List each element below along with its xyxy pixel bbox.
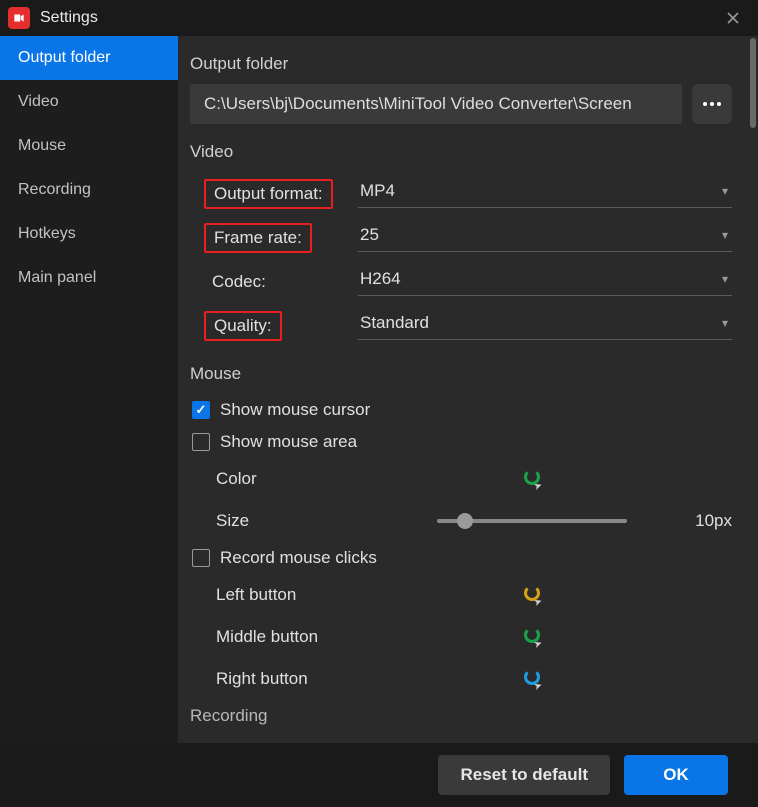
sidebar-item-output-folder[interactable]: Output folder bbox=[0, 36, 178, 80]
content-scroll: Output folder C:\Users\bj\Documents\Mini… bbox=[178, 36, 750, 743]
window-body: Output folder Video Mouse Recording Hotk… bbox=[0, 36, 758, 743]
output-folder-path: C:\Users\bj\Documents\MiniTool Video Con… bbox=[204, 94, 632, 114]
chevron-down-icon: ▾ bbox=[722, 228, 728, 242]
content-area: Output folder C:\Users\bj\Documents\Mini… bbox=[178, 36, 758, 743]
row-area-size: Size 10px bbox=[216, 500, 732, 542]
cursor-ring-icon: ➤ bbox=[522, 585, 542, 605]
value-codec: H264 bbox=[360, 269, 401, 289]
section-heading-video: Video bbox=[190, 142, 732, 162]
row-frame-rate: Frame rate: 25 ▾ bbox=[190, 216, 732, 260]
sidebar-item-mouse[interactable]: Mouse bbox=[0, 124, 178, 168]
reset-button[interactable]: Reset to default bbox=[438, 755, 610, 795]
ok-button-label: OK bbox=[663, 765, 689, 785]
sidebar-item-recording[interactable]: Recording bbox=[0, 168, 178, 212]
reset-button-label: Reset to default bbox=[460, 765, 588, 785]
value-frame-rate: 25 bbox=[360, 225, 379, 245]
sidebar-item-label: Main panel bbox=[18, 269, 96, 287]
row-show-cursor: Show mouse cursor bbox=[192, 394, 732, 426]
value-area-size: 10px bbox=[672, 511, 732, 531]
window-title: Settings bbox=[40, 9, 98, 27]
dropdown-quality[interactable]: Standard ▾ bbox=[358, 313, 732, 340]
section-heading-recording: Recording bbox=[190, 706, 732, 726]
sidebar: Output folder Video Mouse Recording Hotk… bbox=[0, 36, 178, 743]
label-area-size: Size bbox=[216, 511, 391, 531]
right-click-indicator[interactable]: ➤ bbox=[391, 669, 672, 689]
checkbox-show-area[interactable] bbox=[192, 433, 210, 451]
app-icon bbox=[8, 7, 30, 29]
close-button[interactable] bbox=[720, 5, 746, 31]
scrollbar-thumb[interactable] bbox=[750, 38, 756, 128]
label-right-button: Right button bbox=[216, 669, 391, 689]
close-icon bbox=[727, 12, 739, 24]
footer-bar: Reset to default OK bbox=[0, 743, 758, 807]
sidebar-item-label: Recording bbox=[18, 181, 91, 199]
checkbox-show-cursor[interactable] bbox=[192, 401, 210, 419]
browse-folder-button[interactable] bbox=[692, 84, 732, 124]
output-folder-row: C:\Users\bj\Documents\MiniTool Video Con… bbox=[190, 84, 732, 124]
row-right-button: Right button ➤ bbox=[216, 658, 732, 700]
row-left-button: Left button ➤ bbox=[216, 574, 732, 616]
row-area-color: Color ➤ bbox=[216, 458, 732, 500]
dropdown-frame-rate[interactable]: 25 ▾ bbox=[358, 225, 732, 252]
ellipsis-icon bbox=[703, 102, 721, 106]
sidebar-item-hotkeys[interactable]: Hotkeys bbox=[0, 212, 178, 256]
row-codec: Codec: H264 ▾ bbox=[190, 260, 732, 304]
label-show-cursor: Show mouse cursor bbox=[220, 400, 370, 420]
row-quality: Quality: Standard ▾ bbox=[190, 304, 732, 348]
label-show-area: Show mouse area bbox=[220, 432, 357, 452]
settings-window: Settings Output folder Video Mouse Recor… bbox=[0, 0, 758, 807]
dropdown-codec[interactable]: H264 ▾ bbox=[358, 269, 732, 296]
label-codec: Codec: bbox=[204, 269, 274, 295]
output-folder-field[interactable]: C:\Users\bj\Documents\MiniTool Video Con… bbox=[190, 84, 682, 124]
ok-button[interactable]: OK bbox=[624, 755, 728, 795]
label-middle-button: Middle button bbox=[216, 627, 391, 647]
slider-knob[interactable] bbox=[457, 513, 473, 529]
chevron-down-icon: ▾ bbox=[722, 316, 728, 330]
cursor-ring-icon: ➤ bbox=[522, 627, 542, 647]
scrollbar[interactable] bbox=[750, 38, 756, 743]
checkbox-record-clicks[interactable] bbox=[192, 549, 210, 567]
cursor-ring-icon: ➤ bbox=[522, 469, 542, 489]
chevron-down-icon: ▾ bbox=[722, 272, 728, 286]
left-click-indicator[interactable]: ➤ bbox=[391, 585, 672, 605]
sidebar-item-label: Hotkeys bbox=[18, 225, 76, 243]
section-heading-mouse: Mouse bbox=[190, 364, 732, 384]
sidebar-item-label: Output folder bbox=[18, 49, 111, 67]
value-quality: Standard bbox=[360, 313, 429, 333]
sidebar-item-label: Mouse bbox=[18, 137, 66, 155]
row-record-clicks: Record mouse clicks bbox=[192, 542, 732, 574]
label-area-color: Color bbox=[216, 469, 391, 489]
label-left-button: Left button bbox=[216, 585, 391, 605]
cursor-ring-icon: ➤ bbox=[522, 669, 542, 689]
sidebar-item-main-panel[interactable]: Main panel bbox=[0, 256, 178, 300]
row-show-area: Show mouse area bbox=[192, 426, 732, 458]
section-heading-output-folder: Output folder bbox=[190, 54, 732, 74]
sidebar-item-label: Video bbox=[18, 93, 59, 111]
middle-click-indicator[interactable]: ➤ bbox=[391, 627, 672, 647]
chevron-down-icon: ▾ bbox=[722, 184, 728, 198]
slider-area-size[interactable] bbox=[437, 519, 627, 523]
row-middle-button: Middle button ➤ bbox=[216, 616, 732, 658]
row-output-format: Output format: MP4 ▾ bbox=[190, 172, 732, 216]
label-output-format: Output format: bbox=[204, 179, 333, 209]
label-quality: Quality: bbox=[204, 311, 282, 341]
area-color-indicator[interactable]: ➤ bbox=[391, 469, 672, 489]
dropdown-output-format[interactable]: MP4 ▾ bbox=[358, 181, 732, 208]
sidebar-item-video[interactable]: Video bbox=[0, 80, 178, 124]
value-output-format: MP4 bbox=[360, 181, 395, 201]
label-frame-rate: Frame rate: bbox=[204, 223, 312, 253]
label-record-clicks: Record mouse clicks bbox=[220, 548, 377, 568]
title-bar: Settings bbox=[0, 0, 758, 36]
